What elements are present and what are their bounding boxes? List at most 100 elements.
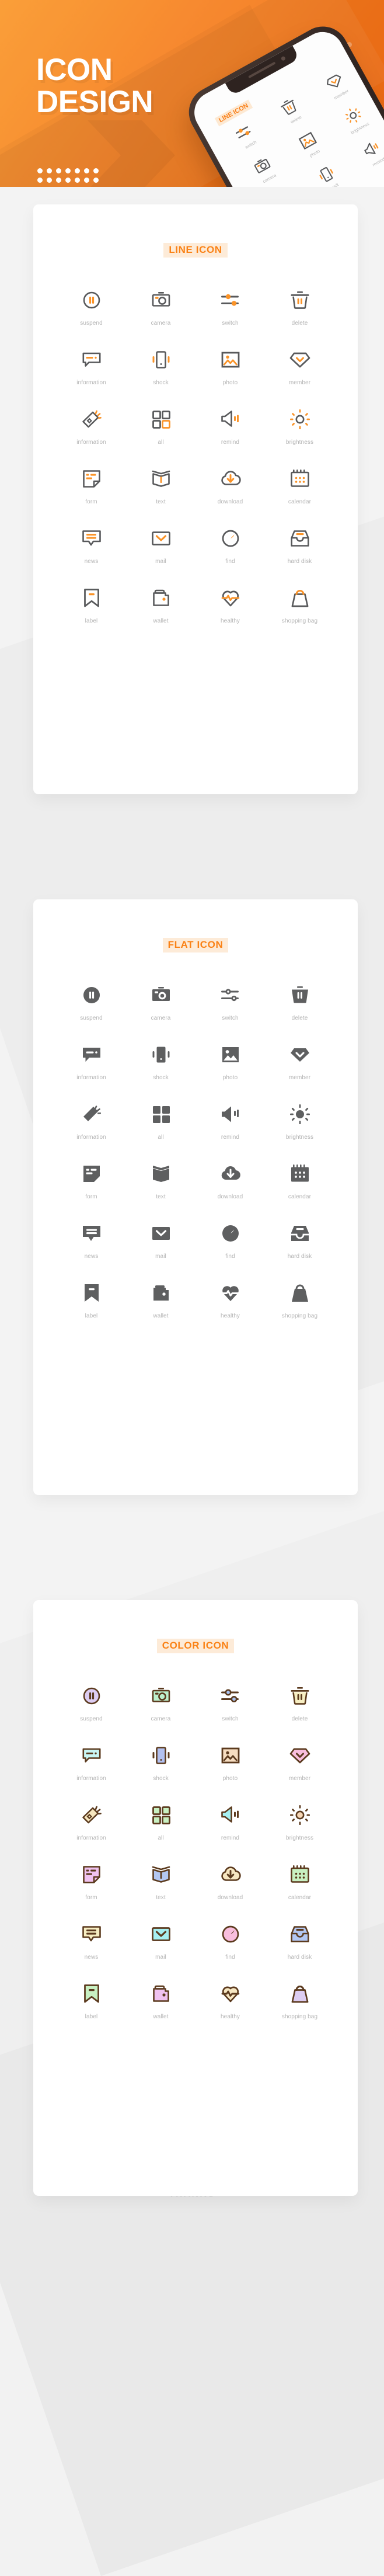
icon-cell[interactable]: information xyxy=(57,1101,126,1141)
icon-cell[interactable]: member xyxy=(265,1742,334,1782)
brightness-icon[interactable] xyxy=(265,1101,334,1128)
icon-cell[interactable]: brightness xyxy=(265,1802,334,1841)
suspend-icon[interactable] xyxy=(57,1682,126,1709)
remind-icon[interactable] xyxy=(196,1802,265,1828)
icon-cell[interactable]: healthy xyxy=(196,1280,265,1319)
icon-cell[interactable]: text xyxy=(126,1861,196,1901)
icon-cell[interactable]: brightness xyxy=(265,1101,334,1141)
icon-cell[interactable]: download xyxy=(196,1160,265,1200)
icon-cell[interactable]: brightness xyxy=(265,406,334,446)
wallet-icon[interactable] xyxy=(126,1280,196,1306)
download-icon[interactable] xyxy=(196,1861,265,1888)
icon-cell[interactable]: form xyxy=(57,1160,126,1200)
icon-cell[interactable]: find xyxy=(196,525,265,565)
icon-cell[interactable]: switch xyxy=(196,1682,265,1722)
mail-icon[interactable] xyxy=(126,525,196,552)
switch-icon[interactable] xyxy=(196,982,265,1009)
news-icon[interactable] xyxy=(57,525,126,552)
icon-cell[interactable]: camera xyxy=(126,287,196,326)
icon-cell[interactable]: form xyxy=(57,1861,126,1901)
switch-icon[interactable] xyxy=(196,1682,265,1709)
icon-cell[interactable]: suspend xyxy=(57,1682,126,1722)
hard-disk-icon[interactable] xyxy=(265,525,334,552)
shock-icon[interactable] xyxy=(126,1041,196,1068)
photo-icon[interactable] xyxy=(196,346,265,373)
icon-cell[interactable]: mail xyxy=(126,1921,196,1960)
news-icon[interactable] xyxy=(57,1220,126,1247)
shopping-bag-icon[interactable] xyxy=(265,1280,334,1306)
icon-cell[interactable]: remind xyxy=(196,1101,265,1141)
information-icon[interactable] xyxy=(57,346,126,373)
icon-cell[interactable]: remind xyxy=(196,1802,265,1841)
text-icon[interactable] xyxy=(126,465,196,492)
hard-disk-icon[interactable] xyxy=(265,1921,334,1948)
calendar-icon[interactable] xyxy=(265,1160,334,1187)
icon-cell[interactable]: camera xyxy=(126,1682,196,1722)
icon-cell[interactable]: mail xyxy=(126,525,196,565)
icon-cell[interactable]: calendar xyxy=(265,1861,334,1901)
icon-cell[interactable]: shopping bag xyxy=(265,1280,334,1319)
download-icon[interactable] xyxy=(196,1160,265,1187)
icon-cell[interactable]: information xyxy=(57,1041,126,1081)
all-icon[interactable] xyxy=(126,406,196,433)
form-icon[interactable] xyxy=(57,1861,126,1888)
icon-cell[interactable]: calendar xyxy=(265,1160,334,1200)
download-icon[interactable] xyxy=(196,465,265,492)
information-horn-icon[interactable] xyxy=(57,406,126,433)
icon-cell[interactable]: wallet xyxy=(126,1980,196,2020)
find-icon[interactable] xyxy=(196,525,265,552)
icon-cell[interactable]: shock xyxy=(126,1041,196,1081)
text-icon[interactable] xyxy=(126,1160,196,1187)
form-icon[interactable] xyxy=(57,1160,126,1187)
member-icon[interactable] xyxy=(265,1742,334,1769)
icon-cell[interactable]: shock xyxy=(126,346,196,386)
icon-cell[interactable]: wallet xyxy=(126,1280,196,1319)
icon-cell[interactable]: news xyxy=(57,1220,126,1260)
icon-cell[interactable]: label xyxy=(57,1980,126,2020)
delete-icon[interactable] xyxy=(265,1682,334,1709)
mail-icon[interactable] xyxy=(126,1220,196,1247)
camera-icon[interactable] xyxy=(126,287,196,314)
all-icon[interactable] xyxy=(126,1101,196,1128)
icon-cell[interactable]: healthy xyxy=(196,1980,265,2020)
icon-cell[interactable]: member xyxy=(265,1041,334,1081)
all-icon[interactable] xyxy=(126,1802,196,1828)
remind-icon[interactable] xyxy=(196,406,265,433)
label-icon[interactable] xyxy=(57,585,126,611)
icon-cell[interactable]: news xyxy=(57,1921,126,1960)
icon-cell[interactable]: download xyxy=(196,1861,265,1901)
calendar-icon[interactable] xyxy=(265,465,334,492)
icon-cell[interactable]: text xyxy=(126,465,196,505)
icon-cell[interactable]: switch xyxy=(196,982,265,1021)
mail-icon[interactable] xyxy=(126,1921,196,1948)
wallet-icon[interactable] xyxy=(126,1980,196,2007)
icon-cell[interactable]: form xyxy=(57,465,126,505)
label-icon[interactable] xyxy=(57,1280,126,1306)
icon-cell[interactable]: download xyxy=(196,465,265,505)
icon-cell[interactable]: find xyxy=(196,1921,265,1960)
information-horn-icon[interactable] xyxy=(57,1802,126,1828)
icon-cell[interactable]: information xyxy=(57,1742,126,1782)
wallet-icon[interactable] xyxy=(126,585,196,611)
healthy-icon[interactable] xyxy=(196,1280,265,1306)
icon-cell[interactable]: information xyxy=(57,406,126,446)
shopping-bag-icon[interactable] xyxy=(265,585,334,611)
icon-cell[interactable]: remind xyxy=(196,406,265,446)
switch-icon[interactable] xyxy=(196,287,265,314)
brightness-icon[interactable] xyxy=(265,406,334,433)
icon-cell[interactable]: text xyxy=(126,1160,196,1200)
icon-cell[interactable]: all xyxy=(126,1802,196,1841)
delete-icon[interactable] xyxy=(265,287,334,314)
icon-cell[interactable]: photo xyxy=(196,1742,265,1782)
icon-cell[interactable]: hard disk xyxy=(265,525,334,565)
icon-cell[interactable]: hard disk xyxy=(265,1921,334,1960)
icon-cell[interactable]: news xyxy=(57,525,126,565)
member-icon[interactable] xyxy=(265,346,334,373)
suspend-icon[interactable] xyxy=(57,287,126,314)
text-icon[interactable] xyxy=(126,1861,196,1888)
icon-cell[interactable]: hard disk xyxy=(265,1220,334,1260)
icon-cell[interactable]: calendar xyxy=(265,465,334,505)
healthy-icon[interactable] xyxy=(196,1980,265,2007)
icon-cell[interactable]: photo xyxy=(196,346,265,386)
icon-cell[interactable]: shopping bag xyxy=(265,1980,334,2020)
